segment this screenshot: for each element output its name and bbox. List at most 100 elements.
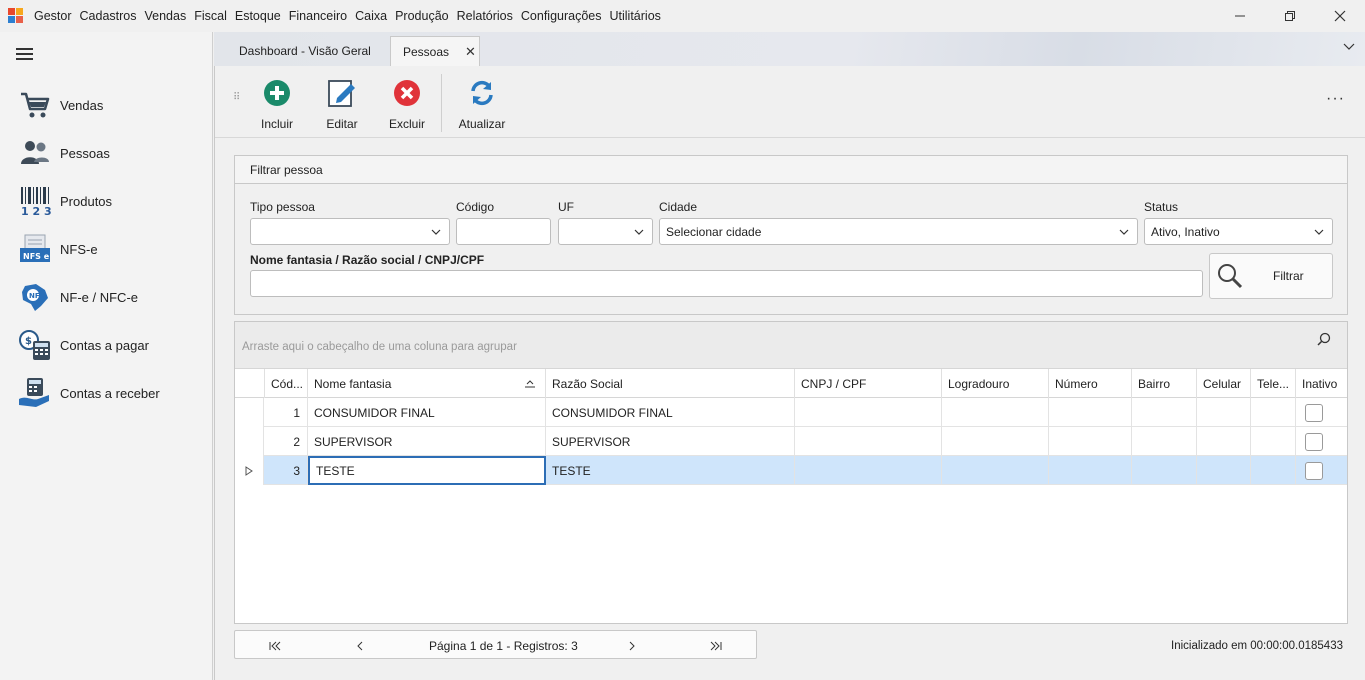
cell-nome-fantasia[interactable]: SUPERVISOR [308,427,546,456]
sidebar-item-nfse[interactable]: NFS e NFS-e [18,229,98,269]
cell-numero[interactable] [1049,456,1132,485]
cell-nome-fantasia[interactable]: CONSUMIDOR FINAL [308,398,546,427]
cell-numero[interactable] [1049,398,1132,427]
filtrar-button[interactable]: Filtrar [1209,253,1333,299]
menu-fiscal[interactable]: Fiscal [190,9,231,23]
sidebar-item-contas-a-pagar[interactable]: $ Contas a pagar [18,325,149,365]
tabs-dropdown-icon[interactable] [1343,40,1355,54]
menu-financeiro[interactable]: Financeiro [285,9,351,23]
menu-configuracoes[interactable]: Configurações [517,9,606,23]
uf-select[interactable] [558,218,653,245]
menu-utilitarios[interactable]: Utilitários [606,9,665,23]
cell-telefone[interactable] [1251,427,1296,456]
cell-celular[interactable] [1197,427,1251,456]
header-nome-fantasia[interactable]: Nome fantasia [308,369,546,398]
cell-telefone[interactable] [1251,398,1296,427]
header-numero[interactable]: Número [1049,369,1132,398]
inativo-checkbox[interactable] [1305,403,1323,422]
cell-razao-social[interactable]: TESTE [546,456,795,485]
cell-cnpj-cpf[interactable] [795,456,942,485]
previous-page-icon[interactable] [356,631,364,660]
hamburger-menu-icon[interactable] [16,48,33,60]
cell-codigo[interactable]: 2 [265,427,308,456]
header-logradouro[interactable]: Logradouro [942,369,1049,398]
menu-vendas[interactable]: Vendas [141,9,191,23]
menu-cadastros[interactable]: Cadastros [76,9,141,23]
header-celular[interactable]: Celular [1197,369,1251,398]
menu-caixa[interactable]: Caixa [351,9,391,23]
header-telefone[interactable]: Tele... [1251,369,1296,398]
cidade-select[interactable]: Selecionar cidade [659,218,1138,245]
codigo-input[interactable] [456,218,551,245]
toolbar-grip-icon[interactable]: ⠿ [233,93,241,103]
grid-search-icon[interactable] [1317,332,1331,346]
cell-codigo[interactable]: 3 [265,456,308,485]
table-row[interactable]: 1 CONSUMIDOR FINAL CONSUMIDOR FINAL [235,398,1347,427]
atualizar-button[interactable]: Atualizar [452,78,512,134]
tipo-pessoa-label: Tipo pessoa [250,200,315,214]
restore-button[interactable] [1265,0,1315,32]
cell-bairro[interactable] [1132,427,1197,456]
cell-cnpj-cpf[interactable] [795,398,942,427]
cell-logradouro[interactable] [942,398,1049,427]
cell-bairro[interactable] [1132,456,1197,485]
tab-dashboard[interactable]: Dashboard - Visão Geral [224,36,390,66]
search-icon [1218,264,1243,289]
sidebar-item-label: Pessoas [60,145,110,161]
header-codigo[interactable]: Cód... [265,369,308,398]
editar-button[interactable]: Editar [312,78,372,134]
tab-pessoas[interactable]: Pessoas ✕ [390,36,480,66]
incluir-button[interactable]: Incluir [247,78,307,134]
close-window-button[interactable] [1315,0,1365,32]
nome-input[interactable] [250,270,1203,297]
minimize-button[interactable] [1215,0,1265,32]
cell-celular[interactable] [1197,456,1251,485]
group-hint: Arraste aqui o cabeçalho de uma coluna p… [242,341,517,353]
menu-relatorios[interactable]: Relatórios [453,9,517,23]
inativo-checkbox[interactable] [1305,461,1323,480]
menu-estoque[interactable]: Estoque [231,9,285,23]
cell-nome-fantasia-focused[interactable]: TESTE [308,456,546,485]
minimize-icon [1235,15,1245,17]
excluir-button[interactable]: Excluir [377,78,437,134]
more-options-icon[interactable]: ··· [1326,90,1345,108]
header-bairro[interactable]: Bairro [1132,369,1197,398]
cell-numero[interactable] [1049,427,1132,456]
cell-bairro[interactable] [1132,398,1197,427]
status-select[interactable]: Ativo, Inativo [1144,218,1333,245]
header-razao-social[interactable]: Razão Social [546,369,795,398]
tab-close-icon[interactable]: ✕ [465,44,476,60]
sidebar-item-produtos[interactable]: 1 2 3 Produtos [18,181,112,221]
header-indicator [235,369,265,398]
group-panel[interactable]: Arraste aqui o cabeçalho de uma coluna p… [235,322,1347,369]
sidebar-item-vendas[interactable]: Vendas [18,85,103,125]
sidebar-item-contas-a-receber[interactable]: Contas a receber [18,373,160,413]
menu-producao[interactable]: Produção [391,9,453,23]
table-row[interactable]: 2 SUPERVISOR SUPERVISOR [235,427,1347,456]
header-inativo[interactable]: Inativo [1296,369,1347,398]
cell-logradouro[interactable] [942,427,1049,456]
cell-razao-social[interactable]: SUPERVISOR [546,427,795,456]
menu-gestor[interactable]: Gestor [30,9,76,23]
people-icon [18,136,52,170]
sidebar-item-label: Contas a receber [60,385,160,401]
cell-logradouro[interactable] [942,456,1049,485]
sidebar-item-pessoas[interactable]: Pessoas [18,133,110,173]
app-logo-icon [8,8,24,24]
cell-celular[interactable] [1197,398,1251,427]
inativo-checkbox[interactable] [1305,432,1323,451]
chevron-down-icon [431,229,441,235]
header-cnpj-cpf[interactable]: CNPJ / CPF [795,369,942,398]
last-page-icon[interactable] [709,631,723,660]
cell-codigo[interactable]: 1 [265,398,308,427]
sidebar-item-label: NFS-e [60,241,98,257]
tipo-pessoa-select[interactable] [250,218,450,245]
first-page-icon[interactable] [268,631,282,660]
table-row-selected[interactable]: 3 TESTE TESTE [235,456,1347,485]
cell-cnpj-cpf[interactable] [795,427,942,456]
cell-telefone[interactable] [1251,456,1296,485]
menu-bar: Gestor Cadastros Vendas Fiscal Estoque F… [0,0,1365,32]
cell-razao-social[interactable]: CONSUMIDOR FINAL [546,398,795,427]
sidebar-item-nfe[interactable]: NF NF-e / NFC-e [18,277,138,317]
next-page-icon[interactable] [628,631,636,660]
